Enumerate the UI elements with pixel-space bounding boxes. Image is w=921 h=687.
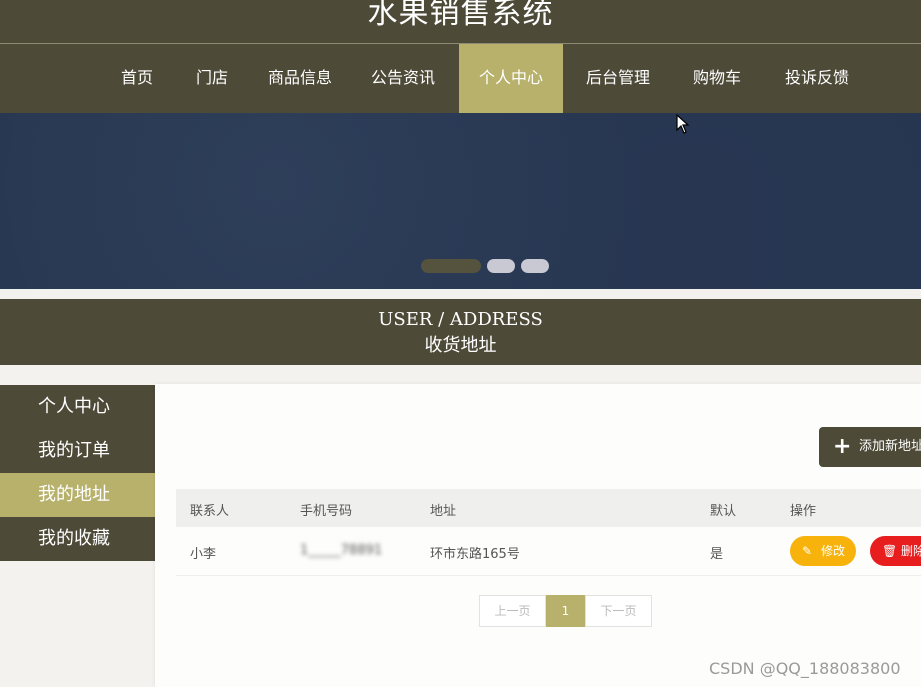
nav-item-admin[interactable]: 后台管理 [576,44,660,113]
table-header: 联系人 手机号码 地址 默认 操作 [176,489,921,527]
nav-item-feedback[interactable]: 投诉反馈 [775,44,859,113]
nav-item-products[interactable]: 商品信息 [258,44,342,113]
trash-icon: 🗑 [882,544,898,558]
sidebar-item-my-favorites[interactable]: 我的收藏 [0,517,155,561]
pencil-icon: ✎ [802,544,813,558]
sidebar: 个人中心 我的订单 我的地址 我的收藏 [0,385,155,561]
section-spacer [0,289,921,299]
carousel-dot-1[interactable] [421,259,481,273]
col-address: 地址 [430,504,457,519]
top-bar: 水果销售系统 [0,0,921,43]
col-default: 默认 [710,504,737,519]
site-title: 水果销售系统 [367,0,554,31]
col-phone: 手机号码 [300,504,353,519]
nav-item-stores[interactable]: 门店 [182,44,242,113]
pagination-current[interactable]: 1 [546,595,585,627]
carousel-dot-2[interactable] [487,259,515,273]
cell-address: 环市东路165号 [430,547,520,562]
sidebar-item-personal-center[interactable]: 个人中心 [0,385,155,429]
add-address-button[interactable]: + 添加新地址 [819,427,921,467]
sidebar-item-my-orders[interactable]: 我的订单 [0,429,155,473]
cell-default: 是 [710,547,724,562]
watermark: CSDN @QQ_188083800 [709,659,901,678]
plus-icon: + [833,434,852,459]
mouse-cursor-icon [676,113,690,138]
nav-item-home[interactable]: 首页 [107,44,167,113]
pagination-next[interactable]: 下一页 [585,595,652,627]
delete-button[interactable]: 🗑 删除 [870,536,921,566]
add-address-label: 添加新地址 [859,439,921,454]
edit-button[interactable]: ✎ 修改 [790,536,856,566]
nav-item-cart[interactable]: 购物车 [684,44,750,113]
section-header: USER / ADDRESS 收货地址 [0,299,921,365]
sidebar-item-my-address[interactable]: 我的地址 [0,473,155,517]
delete-label: 删除 [901,544,921,558]
cell-contact: 小李 [190,547,217,562]
section-title-en: USER / ADDRESS [378,309,543,330]
edit-label: 修改 [821,544,846,558]
col-actions: 操作 [790,504,817,519]
nav-item-news[interactable]: 公告资讯 [361,44,445,113]
section-title-zh: 收货地址 [424,335,497,356]
nav-item-personal-center[interactable]: 个人中心 [459,44,563,113]
carousel-dot-3[interactable] [521,259,549,273]
cell-phone: 1_____78891 [300,543,383,558]
col-contact: 联系人 [190,504,230,519]
main-nav: 首页 门店 商品信息 公告资讯 个人中心 后台管理 购物车 投诉反馈 [0,44,921,113]
pagination-prev[interactable]: 上一页 [479,595,546,627]
